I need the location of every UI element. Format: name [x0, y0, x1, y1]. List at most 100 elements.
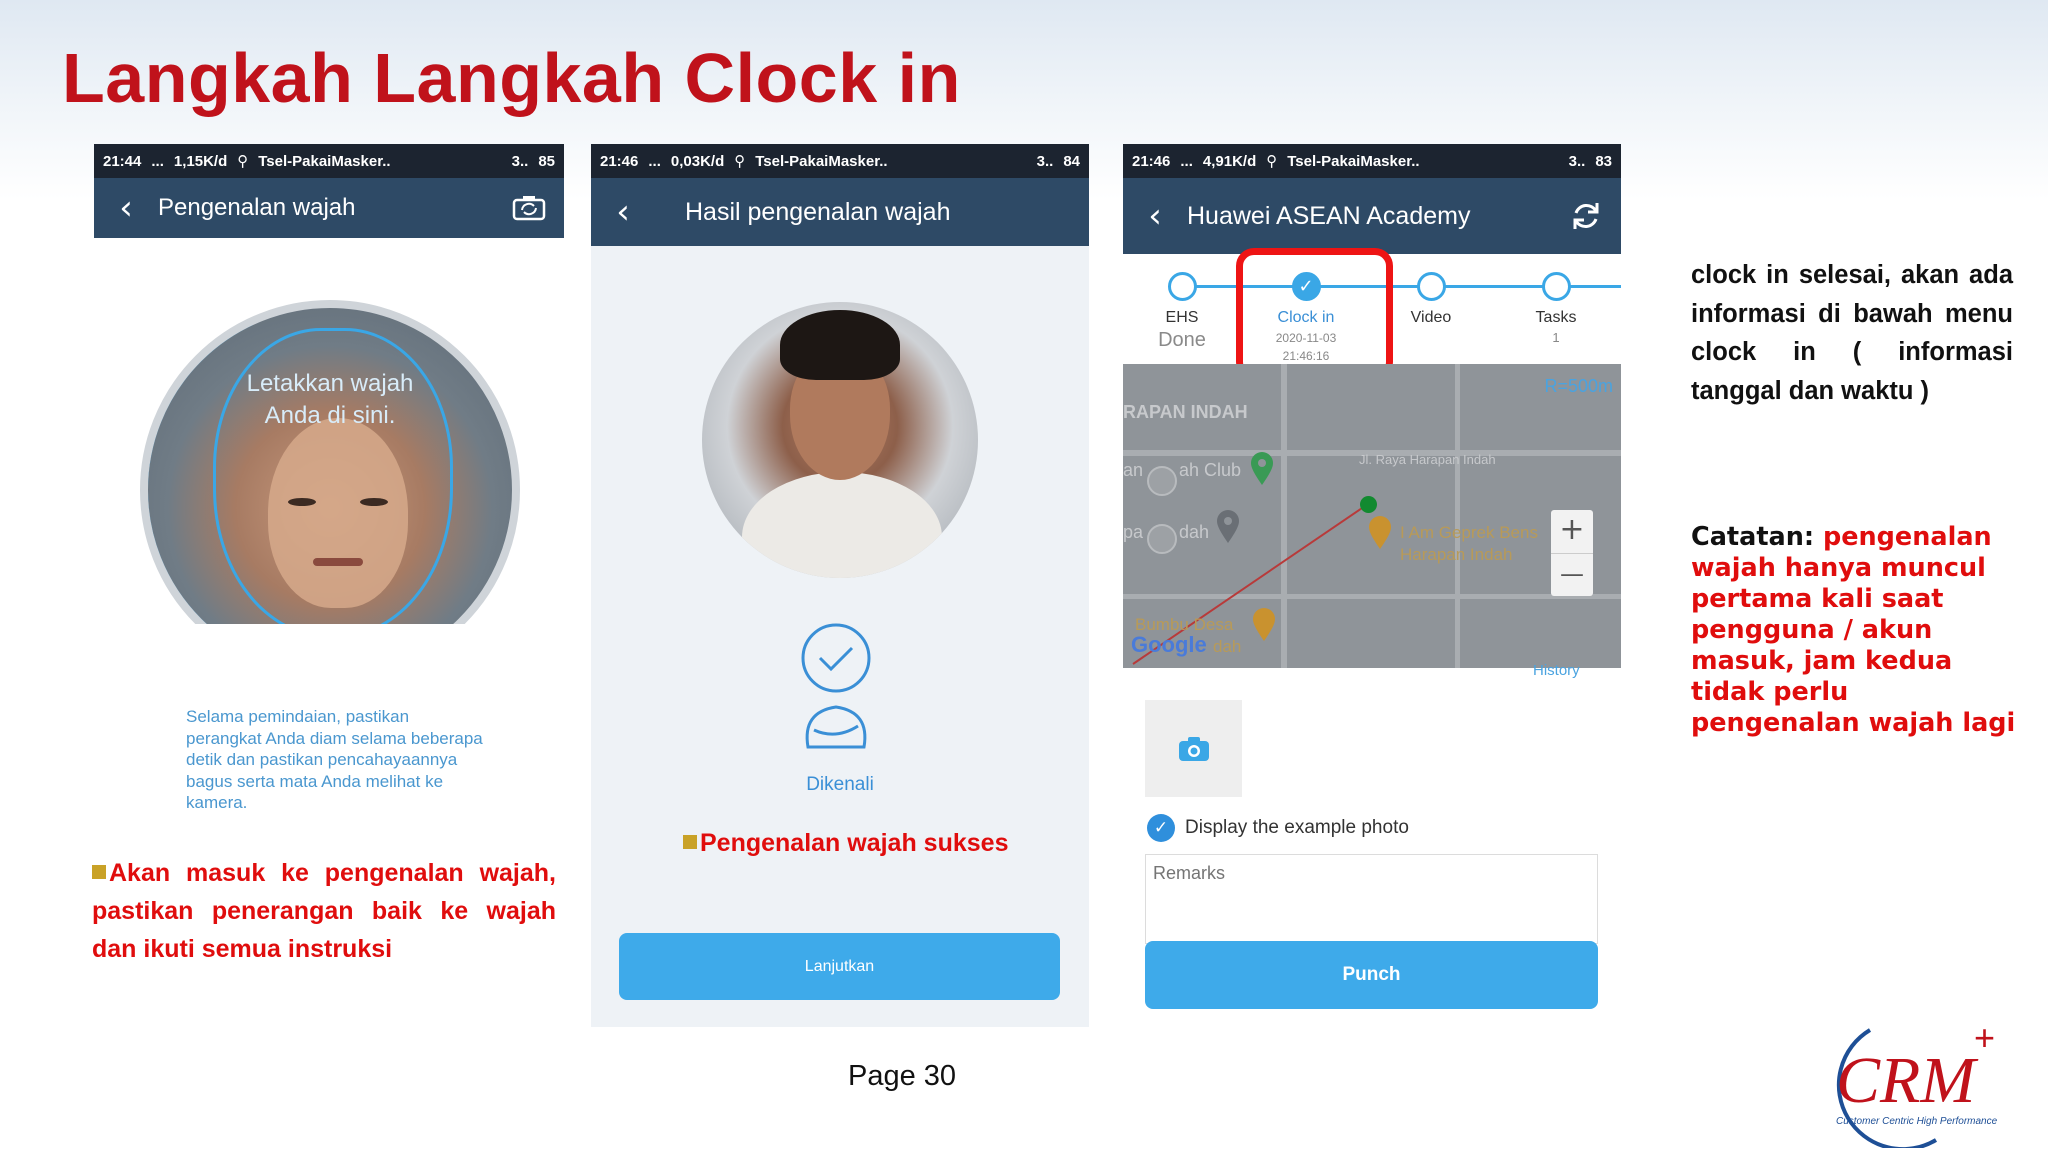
map-label-restaurant: I Am Geprek Bens Harapan Indah — [1400, 522, 1538, 566]
note-body: pengenalan wajah hanya muncul pertama ka… — [1691, 522, 2016, 738]
status-carrier: Tsel-PakaiMasker.. — [755, 152, 888, 170]
back-icon[interactable]: ‹ — [1123, 196, 1187, 236]
google-logo: Google — [1131, 632, 1207, 658]
step-status: Done — [1158, 329, 1206, 351]
logo-plus: + — [1974, 1022, 1995, 1058]
app-bar: ‹ Hasil pengenalan wajah — [591, 178, 1089, 246]
map-label-area: RAPAN INDAH — [1123, 402, 1248, 422]
map-label: pa — [1123, 522, 1144, 542]
example-photo-label: Display the example photo — [1185, 817, 1409, 838]
remarks-input[interactable] — [1145, 854, 1598, 944]
current-location-dot — [1360, 496, 1377, 513]
continue-button[interactable]: Lanjutkan — [619, 933, 1060, 1000]
bullet-icon — [92, 865, 106, 879]
logo-tagline: Customer Centric High Performance — [1836, 1116, 1998, 1127]
back-icon[interactable]: ‹ — [591, 192, 655, 232]
screen-title: Huawei ASEAN Academy — [1187, 201, 1471, 230]
phone-face-recognition: 21:44 ... 1,15K/d ⚲ Tsel-PakaiMasker.. 3… — [94, 144, 564, 624]
map-radius: R=500m — [1544, 376, 1613, 396]
face-scan-frame: Letakkan wajah Anda di sini. — [140, 300, 520, 624]
camera-icon — [1178, 736, 1209, 761]
face-recognized-icon — [796, 622, 876, 757]
google-text: Google — [1131, 632, 1207, 657]
status-battery: 85 — [538, 152, 555, 170]
step-count: 1 — [1552, 330, 1560, 345]
restaurant-area: Harapan Indah — [1400, 545, 1513, 564]
checkbox-checked-icon: ✓ — [1147, 814, 1175, 842]
status-time: 21:46 — [600, 152, 639, 170]
slide-title: Langkah Langkah Clock in — [62, 39, 961, 117]
captured-face-photo — [702, 302, 978, 578]
restaurant-name: I Am Geprek Bens — [1400, 523, 1538, 542]
caption-text: Pengenalan wajah sukses — [700, 829, 1009, 857]
location-icon: ⚲ — [1266, 153, 1278, 170]
example-photo-toggle[interactable]: ✓ Display the example photo — [1147, 814, 1409, 842]
map-marker-icon[interactable] — [1147, 524, 1177, 554]
map-label: dah — [1213, 637, 1242, 656]
status-speed: 0,03K/d — [670, 152, 725, 170]
clock-in-info-text: clock in selesai, akan ada informasi di … — [1691, 261, 2013, 405]
status-carrier: Tsel-PakaiMasker.. — [258, 152, 391, 170]
map-label-road: Jl. Raya Harapan Indah — [1359, 452, 1496, 467]
location-map[interactable]: RAPAN INDAH an ah Club Jl. Raya Harapan … — [1123, 364, 1621, 668]
status-time: 21:46 — [1132, 152, 1171, 170]
refresh-icon[interactable] — [1551, 199, 1621, 233]
zoom-out-button[interactable]: — — [1551, 553, 1593, 596]
step-label: Tasks — [1535, 309, 1577, 326]
status-signal: 3.. — [1036, 152, 1054, 170]
map-label: an — [1123, 460, 1144, 480]
scan-progress-arc — [148, 308, 512, 624]
map-label-club: ah Club — [1179, 460, 1242, 480]
avatar-shirt — [742, 472, 942, 578]
screen-title: Hasil pengenalan wajah — [685, 197, 951, 226]
page-number: Page 30 — [848, 1060, 957, 1092]
screen-title: Pengenalan wajah — [158, 194, 356, 221]
punch-button[interactable]: Punch — [1145, 941, 1598, 1009]
zoom-in-button[interactable]: + — [1551, 510, 1593, 553]
location-icon: ⚲ — [237, 153, 249, 170]
status-signal: 3.. — [511, 152, 529, 170]
app-bar: ‹ Huawei ASEAN Academy — [1123, 178, 1621, 254]
status-battery: 84 — [1063, 152, 1080, 170]
status-bar: 21:44 ... 1,15K/d ⚲ Tsel-PakaiMasker.. 3… — [94, 144, 564, 178]
avatar-hair — [780, 310, 900, 380]
take-photo-button[interactable] — [1145, 700, 1242, 797]
zoom-control: + — — [1551, 510, 1593, 596]
status-dots: ... — [648, 152, 661, 170]
status-battery: 83 — [1595, 152, 1612, 170]
recognized-label: Dikenali — [806, 774, 874, 795]
status-speed: 4,91K/d — [1202, 152, 1257, 170]
restaurant-pin-icon — [1369, 516, 1391, 549]
history-link[interactable]: History — [1533, 662, 1580, 679]
caption-text: Akan masuk ke pengenalan wajah, pastikan… — [92, 859, 556, 963]
map-label-poi: dah — [1179, 522, 1210, 542]
step-dot — [1167, 272, 1197, 301]
step-tasks[interactable]: Tasks 1 — [1506, 272, 1606, 345]
back-icon[interactable]: ‹ — [94, 188, 158, 228]
map-pin-icon — [1251, 452, 1273, 485]
note-text: Catatan: pengenalan wajah hanya muncul p… — [1691, 522, 2021, 739]
map-pin-icon — [1217, 510, 1239, 543]
switch-camera-icon[interactable] — [494, 195, 564, 221]
status-dots: ... — [151, 152, 164, 170]
status-signal: 3.. — [1568, 152, 1586, 170]
phone-clock-in: 21:46 ... 4,91K/d ⚲ Tsel-PakaiMasker.. 3… — [1123, 144, 1621, 1024]
clock-in-highlight — [1236, 248, 1393, 380]
caption-face-success: Pengenalan wajah sukses — [683, 824, 1083, 862]
scan-instruction: Selama pemindaian, pastikan perangkat An… — [186, 707, 483, 812]
status-time: 21:44 — [103, 152, 142, 170]
note-label: Catatan: — [1691, 522, 1815, 552]
location-icon: ⚲ — [734, 153, 746, 170]
status-bar: 21:46 ... 4,91K/d ⚲ Tsel-PakaiMasker.. 3… — [1123, 144, 1621, 178]
step-video[interactable]: Video — [1381, 272, 1481, 327]
app-bar: ‹ Pengenalan wajah — [94, 178, 564, 238]
logo-text: CRM — [1836, 1044, 1979, 1117]
step-ehs[interactable]: EHS Done — [1132, 272, 1232, 352]
phone-face-result: 21:46 ... 0,03K/d ⚲ Tsel-PakaiMasker.. 3… — [591, 144, 1089, 1027]
locate-icon[interactable] — [1147, 466, 1177, 496]
status-carrier: Tsel-PakaiMasker.. — [1287, 152, 1420, 170]
step-label: EHS — [1165, 309, 1199, 326]
status-speed: 1,15K/d — [173, 152, 228, 170]
crm-logo: CRM + Customer Centric High Performance — [1796, 1017, 2022, 1152]
caption-face-recognition: Akan masuk ke pengenalan wajah, pastikan… — [92, 854, 556, 968]
